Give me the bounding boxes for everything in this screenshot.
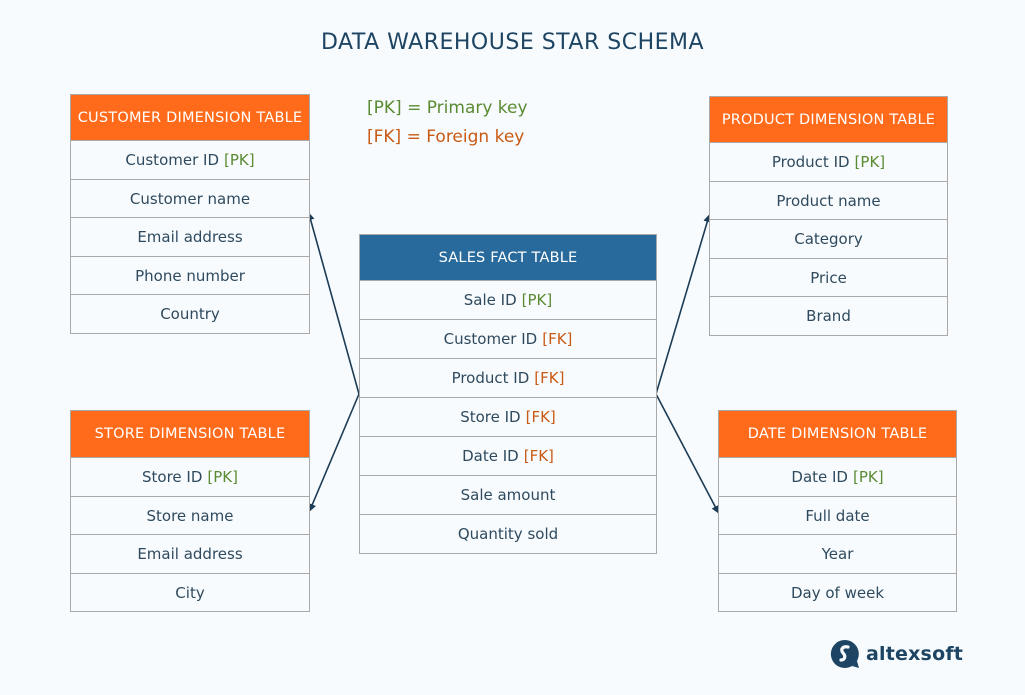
table-row: Store name [71,496,309,534]
store-table-header: STORE DIMENSION TABLE [71,411,309,457]
table-row: Date ID [PK] [719,457,956,496]
table-row: Year [719,534,956,573]
pk-tag: [PK] [854,153,886,171]
table-row: Full date [719,496,956,534]
table-row: Customer name [71,179,309,217]
connector-fact-to-customer [306,212,360,395]
customer-dimension-table: CUSTOMER DIMENSION TABLE Customer ID [PK]… [70,94,310,334]
customer-table-header: CUSTOMER DIMENSION TABLE [71,95,309,140]
connector-fact-to-product [655,214,712,395]
table-row: Store ID [FK] [360,397,656,436]
connector-fact-to-date [655,393,719,514]
table-row: Day of week [719,573,956,611]
table-row: Category [710,219,947,258]
table-row: Customer ID [PK] [71,140,309,179]
pk-tag: [PK] [853,468,884,486]
pk-tag: [PK] [521,291,553,309]
table-row: Date ID [FK] [360,436,656,475]
store-dimension-table: STORE DIMENSION TABLE Store ID [PK] Store… [70,410,310,612]
product-table-header: PRODUCT DIMENSION TABLE [710,97,947,142]
fk-tag: [FK] [542,330,573,348]
table-row: Product name [710,181,947,219]
table-row: Email address [71,217,309,256]
date-table-header: DATE DIMENSION TABLE [719,411,956,457]
pk-tag: [PK] [224,151,255,169]
fact-table-header: SALES FACT TABLE [360,235,656,280]
table-row: Quantity sold [360,514,656,553]
table-row: Store ID [PK] [71,457,309,496]
table-row: City [71,573,309,611]
logo-text: altexsoft [866,643,964,665]
sales-fact-table: SALES FACT TABLE Sale ID [PK] Customer ID… [359,234,657,554]
table-row: Brand [710,296,947,335]
table-row: Phone number [71,256,309,294]
fk-tag: [FK] [534,369,565,387]
table-row: Price [710,258,947,296]
fk-tag: [FK] [523,447,554,465]
table-row: Sale amount [360,475,656,514]
table-row: Product ID [FK] [360,358,656,397]
pk-tag: [PK] [207,468,238,486]
table-row: Product ID [PK] [710,142,947,181]
product-dimension-table: PRODUCT DIMENSION TABLE Product ID [PK] P… [709,96,948,336]
table-row: Sale ID [PK] [360,280,656,319]
table-row: Email address [71,534,309,573]
table-row: Country [71,294,309,333]
date-dimension-table: DATE DIMENSION TABLE Date ID [PK] Full da… [718,410,957,612]
altexsoft-logo-icon [830,639,859,668]
table-row: Customer ID [FK] [360,319,656,358]
connector-fact-to-store [308,393,360,512]
fk-tag: [FK] [525,408,556,426]
altexsoft-logo: altexsoft [830,639,963,669]
